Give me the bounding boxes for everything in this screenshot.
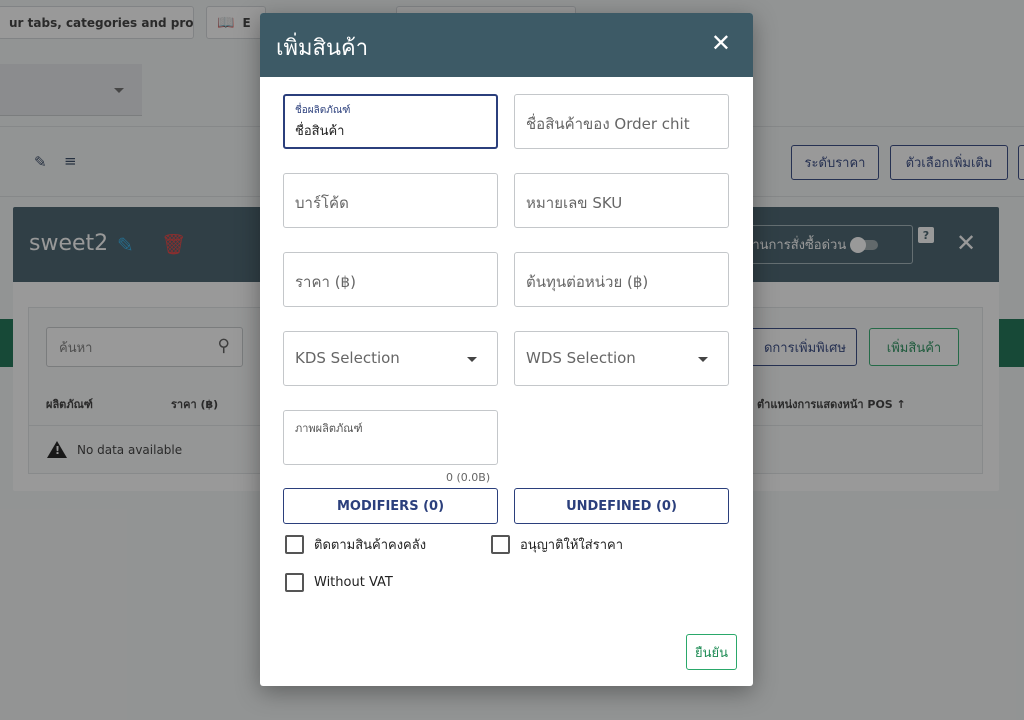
kds-placeholder: KDS Selection (295, 349, 400, 367)
track-stock-label: ติดตามสินค้าคงคลัง (314, 538, 427, 553)
image-size-counter: 0 (0.0B) (446, 471, 491, 484)
wds-placeholder: WDS Selection (526, 349, 636, 367)
without-vat-label: Without VAT (314, 575, 393, 590)
unit-cost-field[interactable]: ต้นทุนต่อหน่วย (฿) (514, 252, 729, 307)
product-name-label: ชื่อผลิตภัณฑ์ (295, 105, 351, 116)
order-chit-name-placeholder: ชื่อสินค้าของ Order chit (526, 115, 690, 133)
sku-placeholder: หมายเลข SKU (526, 194, 623, 212)
undefined-button[interactable]: UNDEFINED (0) (514, 488, 729, 524)
checkbox-box[interactable] (285, 535, 304, 554)
product-name-value: ชื่อสินค้า (295, 124, 345, 139)
dialog-title: เพิ่มสินค้า (276, 36, 369, 61)
sku-field[interactable]: หมายเลข SKU (514, 173, 729, 228)
checkbox-box[interactable] (285, 573, 304, 592)
close-icon[interactable]: ✕ (711, 31, 731, 55)
chevron-down-icon (698, 357, 708, 362)
checkbox-box[interactable] (491, 535, 510, 554)
price-field[interactable]: ราคา (฿) (283, 252, 498, 307)
wds-select[interactable]: WDS Selection (514, 331, 729, 386)
add-product-dialog: เพิ่มสินค้า ✕ ชื่อผลิตภัณฑ์ ชื่อสินค้า ช… (260, 13, 753, 686)
allow-price-label: อนุญาติให้ใส่ราคา (520, 538, 623, 553)
barcode-field[interactable]: บาร์โค้ด (283, 173, 498, 228)
allow-price-checkbox[interactable]: อนุญาติให้ใส่ราคา (491, 534, 623, 555)
confirm-button[interactable]: ยืนยัน (686, 634, 737, 670)
unit-cost-placeholder: ต้นทุนต่อหน่วย (฿) (526, 273, 649, 291)
track-stock-checkbox[interactable]: ติดตามสินค้าคงคลัง (285, 534, 426, 555)
order-chit-name-field[interactable]: ชื่อสินค้าของ Order chit (514, 94, 729, 149)
price-placeholder: ราคา (฿) (295, 273, 356, 291)
dialog-header: เพิ่มสินค้า ✕ (260, 13, 753, 77)
modifiers-button[interactable]: MODIFIERS (0) (283, 488, 498, 524)
product-image-label: ภาพผลิตภัณฑ์ (295, 422, 363, 435)
product-name-field[interactable]: ชื่อผลิตภัณฑ์ ชื่อสินค้า (283, 94, 498, 149)
kds-select[interactable]: KDS Selection (283, 331, 498, 386)
barcode-placeholder: บาร์โค้ด (295, 194, 349, 212)
chevron-down-icon (467, 357, 477, 362)
without-vat-checkbox[interactable]: Without VAT (285, 573, 393, 592)
product-image-field[interactable]: ภาพผลิตภัณฑ์ (283, 410, 498, 465)
